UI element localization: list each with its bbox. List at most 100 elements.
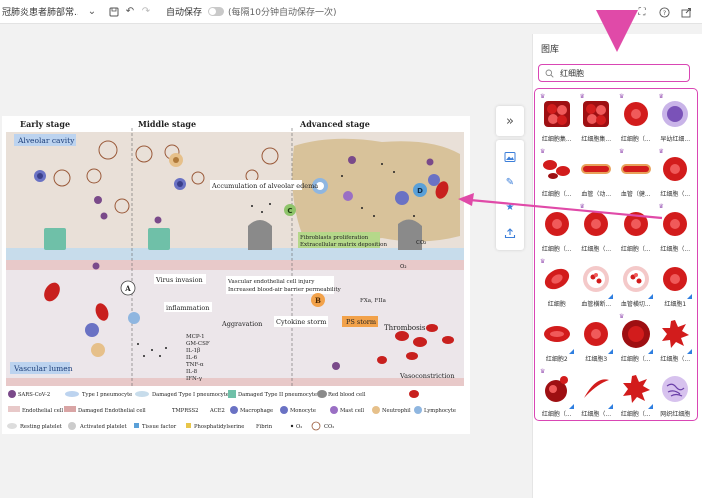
gallery-tile-label: 红细胞（... (660, 191, 691, 198)
gallery-search-input[interactable]: 红细胞 (538, 64, 690, 82)
gallery-tile[interactable]: 红细胞（... (617, 203, 655, 257)
gallery-tile[interactable]: 红细胞3 (578, 313, 616, 367)
gallery-tile[interactable]: ♛ 红细胞集... (578, 93, 616, 147)
gallery-tile-label: 红细胞集... (581, 136, 612, 143)
vip-crown-icon: ♛ (619, 313, 625, 320)
gallery-tile[interactable]: 血管横切... (617, 258, 655, 312)
gallery-tile[interactable]: 红细胞（... (657, 313, 695, 367)
gallery-tile[interactable]: 红细胞2 (538, 313, 576, 367)
figure-illustration: Early stage Middle stage Advanced stage … (6, 119, 464, 431)
red-blood-cell-thumbnail (658, 207, 692, 241)
aggravation-label: Aggravation (221, 320, 262, 328)
epithelium-band (6, 248, 464, 260)
image-library-icon[interactable] (502, 149, 518, 165)
thrombosis-label: Thrombosis (384, 324, 426, 332)
help-icon[interactable]: ? (656, 4, 672, 20)
gallery-tile-label: 红细胞（... (541, 191, 572, 198)
gallery-tile-label: 红细胞（... (541, 411, 572, 418)
gallery-tile-label: 早幼红细... (660, 136, 691, 143)
gallery-tile[interactable]: 红细胞（... (578, 368, 616, 422)
red-blood-cell-thumbnail (579, 372, 613, 406)
co2-label: CO₂ (416, 240, 426, 246)
gallery-tile[interactable]: ♛ 红细胞（... (538, 368, 576, 422)
autosave-hint: (每隔10分钟自动保存一次) (228, 8, 337, 18)
pen-tool-icon[interactable]: ✎ (502, 174, 518, 190)
gallery-tile[interactable]: ♛ 红细胞（... (657, 148, 695, 202)
upload-icon[interactable] (502, 225, 518, 241)
gallery-tile[interactable]: ♛ 血管（健... (617, 148, 655, 202)
svg-text:Endothelial cell: Endothelial cell (22, 408, 63, 414)
corner-badge-icon (608, 404, 613, 409)
gallery-tile[interactable]: ♛ 红细胞（... (538, 148, 576, 202)
svg-text:TNF-α: TNF-α (186, 362, 204, 368)
gallery-tile[interactable]: 红细胞（... (538, 203, 576, 257)
svg-text:Resting platelet: Resting platelet (20, 424, 63, 430)
svg-text:Mast cell: Mast cell (340, 408, 364, 414)
svg-text:O₂: O₂ (296, 424, 302, 430)
gallery-tile[interactable]: 红细胞（... (617, 368, 655, 422)
gallery-tile[interactable]: 网织红细胞 (657, 368, 695, 422)
fxa-label: FXa, FIIa (360, 298, 387, 304)
side-tool-strip: ✎ ★ (496, 140, 524, 250)
gallery-tile-label: 红细胞（... (660, 246, 691, 253)
vascular-wall-band (6, 378, 464, 386)
gallery-tile[interactable]: 红细胞1 (657, 258, 695, 312)
redo-icon[interactable]: ↷ (138, 4, 154, 20)
undo-icon[interactable]: ↶ (122, 4, 138, 20)
star-icon[interactable]: ★ (502, 200, 518, 216)
search-value: 红细胞 (560, 68, 584, 78)
save-icon[interactable] (106, 4, 122, 20)
endothelium-band (6, 260, 464, 270)
corner-badge-icon (687, 349, 692, 354)
svg-text:IL-1β: IL-1β (186, 348, 200, 354)
gallery-tile-label: 红细胞集... (541, 136, 572, 143)
chevron-down-icon[interactable]: ⌄ (84, 4, 100, 20)
svg-text:Red blood cell: Red blood cell (328, 392, 366, 398)
document-title[interactable]: 冠肺炎患者肺部常... (0, 5, 78, 18)
gallery-tile[interactable]: ♛ 红细胞集... (538, 93, 576, 147)
svg-text:Monocyte: Monocyte (290, 408, 316, 414)
red-blood-cell-thumbnail (540, 97, 574, 131)
gallery-tile-label: 红细胞（... (581, 411, 612, 418)
red-blood-cell-thumbnail (540, 262, 574, 296)
stage-advanced-title: Advanced stage (299, 119, 370, 129)
vec-label-1: Vascular endothelial cell injury (227, 279, 315, 285)
red-blood-cell-thumbnail (619, 262, 653, 296)
corner-badge-icon (687, 294, 692, 299)
red-blood-cell-thumbnail (658, 97, 692, 131)
gallery-tile[interactable]: ♛ 红细胞（... (617, 313, 655, 367)
collapse-panel-button[interactable]: » (496, 106, 524, 136)
gallery-tile-label: 血管横切... (620, 301, 651, 308)
gallery-tile[interactable]: 血管横断... (578, 258, 616, 312)
gallery-tile[interactable]: ♛ 红细胞（... (578, 203, 616, 257)
red-blood-cell-thumbnail (619, 372, 653, 406)
svg-text:IL-6: IL-6 (186, 355, 198, 361)
svg-text:GM-CSF: GM-CSF (186, 341, 210, 347)
red-blood-cell-thumbnail (619, 97, 653, 131)
share-icon[interactable] (678, 4, 694, 20)
gallery-tile-label: 红细胞3 (585, 356, 608, 363)
gallery-tile-label: 血管（动... (581, 191, 612, 198)
gallery-tile[interactable]: ♛ 红细胞（... (617, 93, 655, 147)
red-blood-cell-thumbnail (658, 372, 692, 406)
corner-badge-icon (647, 349, 653, 354)
gallery-tile-label: 红细胞1 (664, 301, 687, 308)
svg-text:Damaged Type I pneumocyte: Damaged Type I pneumocyte (152, 392, 229, 398)
svg-text:Neutrophil: Neutrophil (382, 408, 411, 414)
gallery-tile[interactable]: ♛ 红细胞（... (657, 203, 695, 257)
gallery-tile[interactable]: ♛ 红细胞 (538, 258, 576, 312)
autosave-toggle[interactable] (208, 7, 225, 16)
covid-lung-figure[interactable]: Early stage Middle stage Advanced stage … (2, 116, 470, 434)
svg-text:CO₂: CO₂ (324, 424, 334, 430)
gallery-tile-label: 红细胞（... (541, 246, 572, 253)
corner-badge-icon (568, 349, 574, 354)
vasoconstriction-label: Vasoconstriction (399, 372, 455, 380)
red-blood-cell-thumbnail (619, 152, 653, 186)
red-blood-cell-thumbnail (579, 207, 613, 241)
gallery-tile[interactable]: 血管（动... (578, 148, 616, 202)
gallery-panel-title: 图库 (541, 45, 560, 55)
annotation-triangle-marker (596, 10, 638, 52)
accumulation-label: Accumulation of alveolar edema (211, 182, 318, 190)
gallery-tile-label: 红细胞（... (620, 411, 651, 418)
gallery-tile[interactable]: ♛ 早幼红细... (657, 93, 695, 147)
